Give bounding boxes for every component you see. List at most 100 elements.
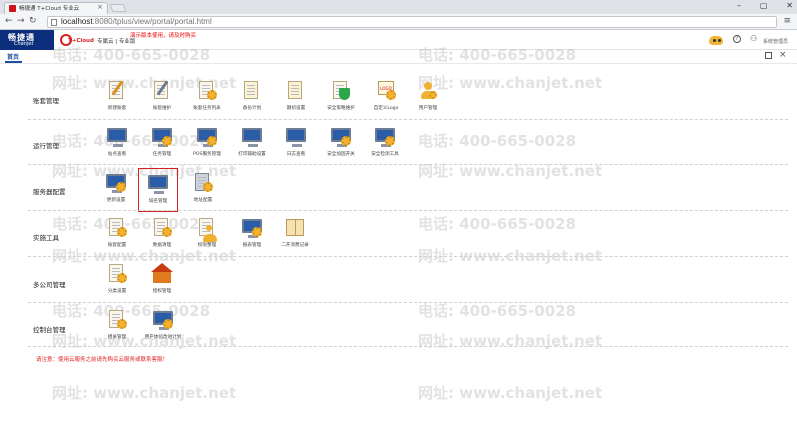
- tile-log-view[interactable]: 日志查看: [276, 126, 316, 166]
- ux-improvement-icon: [152, 309, 174, 331]
- favicon-icon: [9, 5, 16, 12]
- account-config-icon: [106, 217, 128, 239]
- app-header: 畅捷通 Chanjet T+Cloud 专属云 | 专业版 演示版本使用，请及时…: [0, 30, 797, 50]
- section-title: 服务器配置: [33, 188, 66, 196]
- tile-backup-plan[interactable]: 备份计划: [232, 80, 272, 120]
- watermark-site: 网址: www.chanjet.net: [418, 332, 603, 350]
- license-management-icon: [151, 263, 173, 285]
- tile-permission[interactable]: 权限整理: [187, 217, 227, 257]
- tile-custom-logo[interactable]: LOGO 自定义Logo: [366, 80, 406, 120]
- section-multi-company: 多公司管理: [28, 256, 788, 289]
- reload-icon[interactable]: ↻: [29, 16, 37, 26]
- update-settings-icon: [105, 172, 127, 194]
- tile-update-settings[interactable]: 更新设置: [96, 172, 136, 212]
- logo-en: Chanjet: [14, 41, 34, 47]
- watermark-phone: 电话: 400-665-0028: [418, 302, 577, 320]
- tab-close-icon[interactable]: ×: [97, 3, 103, 11]
- watermark-phone: 电话: 400-665-0028: [418, 132, 577, 150]
- tile-account-maintenance[interactable]: 账套维护: [142, 80, 182, 120]
- task-list-icon: [196, 80, 218, 102]
- window-controls: – ▢ ✕: [737, 1, 793, 12]
- custom-logo-icon: LOGO: [375, 80, 397, 102]
- tile-license-management[interactable]: 授权管理: [142, 263, 182, 303]
- backup-plan-icon: [241, 80, 263, 102]
- tile-data-cleanup[interactable]: 数据清理: [142, 217, 182, 257]
- address-config-icon: [192, 172, 214, 194]
- chanjet-logo: 畅捷通 Chanjet: [0, 30, 54, 50]
- url-text: localhost:8080/tplus/view/portal/portal.…: [61, 17, 212, 26]
- footnote-warning: 请注意：使用云服务之前请先购买云服务或联系客服！: [36, 357, 169, 363]
- opening-setup-icon: [285, 80, 307, 102]
- section-runtime-management: 运行管理: [28, 119, 788, 150]
- tile-task-management[interactable]: 任务管理: [142, 126, 182, 166]
- tile-domain-management[interactable]: 域名管理: [138, 168, 178, 212]
- portal-tab-row: 首页 ×: [0, 50, 797, 64]
- assistant-robot-icon[interactable]: [707, 33, 725, 46]
- account-maintenance-icon: [151, 80, 173, 102]
- domain-management-icon: [147, 173, 169, 195]
- security-switch-icon: [330, 126, 352, 148]
- user-management-icon: [417, 80, 439, 102]
- section-title: 多公司管理: [33, 281, 66, 289]
- trial-notice: 演示版本使用，请及时购买: [130, 33, 197, 39]
- tile-pos-service[interactable]: POS服务管理: [187, 126, 227, 166]
- forward-arrow-icon[interactable]: →: [17, 16, 25, 26]
- tile-address-config[interactable]: 地址配置: [183, 172, 223, 212]
- tab-divider: [0, 63, 797, 64]
- back-arrow-icon[interactable]: ←: [5, 16, 13, 26]
- browser-tab-title: 畅捷通 T+Cloud 专业云: [19, 6, 80, 12]
- window-close-icon[interactable]: ✕: [786, 1, 793, 12]
- address-bar-row: ← → ↻ localhost:8080/tplus/view/portal/p…: [0, 14, 797, 30]
- category-settings-icon: [106, 263, 128, 285]
- browser-tab[interactable]: 畅捷通 T+Cloud 专业云 ×: [4, 2, 108, 14]
- browser-menu-icon[interactable]: ≡: [783, 16, 791, 26]
- print-settings-icon: [241, 126, 263, 148]
- task-management-icon: [151, 126, 173, 148]
- tile-new-account[interactable]: 新建账套: [97, 80, 137, 120]
- browser-tab-bar: 畅捷通 T+Cloud 专业云 × – ▢ ✕: [0, 0, 797, 14]
- tile-user-management[interactable]: 用户管理: [408, 80, 448, 120]
- watermark-phone: 电话: 400-665-0028: [418, 215, 577, 233]
- tile-security-switch[interactable]: 安全加固开关: [321, 126, 361, 166]
- watermark-site: 网址: www.chanjet.net: [418, 384, 603, 402]
- new-account-icon: [106, 80, 128, 102]
- maximize-icon[interactable]: ▢: [760, 1, 768, 12]
- user-icon[interactable]: ⚇: [750, 34, 757, 43]
- tile-dev-record[interactable]: 二开消费记录: [273, 217, 317, 257]
- tile-task-list[interactable]: 账套任务列表: [187, 80, 227, 120]
- section-server-config: 服务器配置: [28, 164, 788, 196]
- url-field[interactable]: localhost:8080/tplus/view/portal/portal.…: [47, 16, 777, 28]
- tile-account-config[interactable]: 账套配置: [97, 217, 137, 257]
- tile-related-management[interactable]: 相关管理: [97, 309, 137, 349]
- minimize-icon[interactable]: –: [737, 1, 741, 12]
- log-view-icon: [285, 126, 307, 148]
- tab-home[interactable]: 首页: [7, 52, 19, 61]
- data-cleanup-icon: [151, 217, 173, 239]
- tile-print-settings[interactable]: 打印辅助设置: [232, 126, 272, 166]
- section-title: 运行管理: [33, 142, 59, 150]
- site-view-icon: [106, 126, 128, 148]
- pos-service-icon: [196, 126, 218, 148]
- section-title: 实施工具: [33, 234, 59, 242]
- footer-divider: [28, 346, 788, 347]
- tplus-cloud-logo: T+Cloud: [59, 33, 97, 47]
- help-icon[interactable]: ?: [733, 35, 741, 43]
- section-implementation-tools: 实施工具: [28, 210, 788, 242]
- section-title: 控制台管理: [33, 326, 66, 334]
- tile-security-policy[interactable]: 安全策略维护: [321, 80, 361, 120]
- tile-site-view[interactable]: 站点查看: [97, 126, 137, 166]
- new-tab-button[interactable]: [109, 4, 127, 12]
- tile-report-management[interactable]: 报表管理: [232, 217, 272, 257]
- watermark-site: 网址: www.chanjet.net: [52, 384, 237, 402]
- tile-ux-improvement[interactable]: 用户体验改进计划: [140, 309, 186, 349]
- tile-category-settings[interactable]: 分类设置: [97, 263, 137, 303]
- maximize-panel-icon[interactable]: [765, 52, 772, 59]
- permission-icon: [196, 217, 218, 242]
- tile-security-check[interactable]: 安全检测工具: [363, 126, 407, 166]
- tile-opening-setup[interactable]: 期初设置: [276, 80, 316, 120]
- page-icon: [51, 19, 57, 26]
- section-console-management: 控制台管理: [28, 302, 788, 334]
- close-panel-icon[interactable]: ×: [779, 50, 787, 60]
- username-label[interactable]: 系统管理员: [763, 38, 788, 45]
- report-management-icon: [241, 217, 263, 239]
